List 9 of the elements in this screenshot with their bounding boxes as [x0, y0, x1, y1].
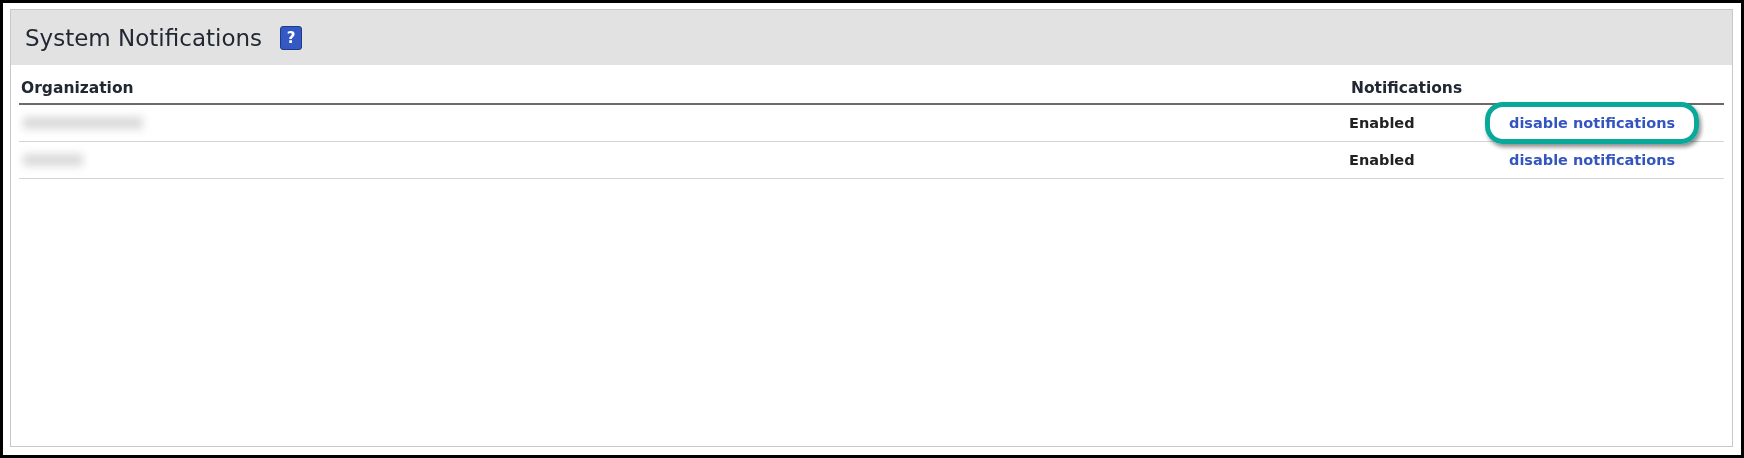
- blurred-text: [23, 154, 83, 166]
- help-button[interactable]: ?: [280, 25, 303, 50]
- panel-title: System Notifications: [25, 24, 263, 51]
- status-cell-text: Enabled: [1349, 152, 1416, 168]
- column-header: Notifications: [1350, 79, 1464, 97]
- status-cell-text: Enabled: [1349, 115, 1416, 131]
- column-header: Organization: [20, 79, 135, 97]
- disable-link[interactable]: disable notifications: [1509, 113, 1676, 133]
- disable-link[interactable]: disable notifications: [1509, 150, 1676, 170]
